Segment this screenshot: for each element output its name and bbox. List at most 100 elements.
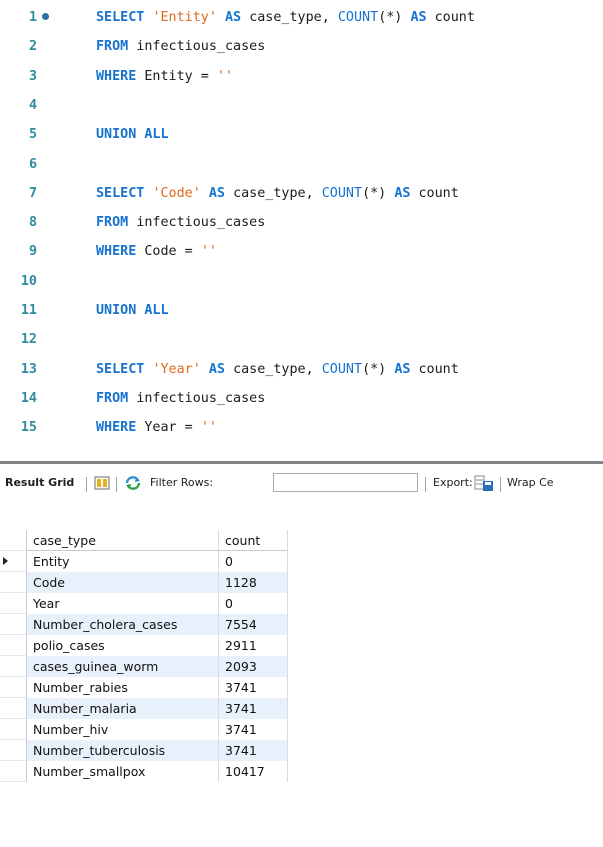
table-row[interactable]: cases_guinea_worm 2093 (0, 656, 288, 677)
cell-count[interactable]: 7554 (219, 614, 288, 635)
code-token: (*) (362, 361, 395, 377)
line-number: 2 (28, 39, 37, 55)
code-line[interactable]: 13 SELECT 'Year' AS case_type, COUNT(*) A… (0, 360, 603, 380)
cell-count[interactable]: 2093 (219, 656, 288, 677)
code-token: COUNT (321, 361, 363, 377)
cell-count[interactable]: 2911 (219, 635, 288, 656)
code-line[interactable]: 1 SELECT 'Entity' AS case_type, COUNT(*) … (0, 8, 603, 28)
code-token: UNION ALL (96, 127, 169, 143)
grid-header-row: case_type count (0, 530, 288, 551)
cell-case-type[interactable]: Number_rabies (27, 677, 219, 698)
code-text: SELECT 'Year' AS case_type, COUNT(*) AS … (96, 360, 459, 380)
cell-count[interactable]: 3741 (219, 740, 288, 761)
code-line[interactable]: 5 UNION ALL (0, 125, 603, 145)
code-text: FROM infectious_cases (96, 37, 265, 57)
table-row[interactable]: Number_smallpox 10417 (0, 761, 288, 782)
code-token: infectious_cases (136, 215, 266, 231)
code-line[interactable]: 8 FROM infectious_cases (0, 213, 603, 233)
code-token: Code = (144, 244, 201, 260)
column-header-count[interactable]: count (219, 530, 288, 551)
table-row[interactable]: polio_cases 2911 (0, 635, 288, 656)
line-number: 8 (28, 215, 37, 231)
line-number: 3 (28, 68, 37, 84)
row-header[interactable] (0, 677, 27, 698)
row-header[interactable] (0, 614, 27, 635)
code-token: COUNT (321, 185, 363, 201)
code-token: SELECT (96, 10, 153, 25)
cell-count[interactable]: 10417 (219, 761, 288, 782)
row-header[interactable] (0, 698, 27, 719)
cell-case-type[interactable]: Number_smallpox (27, 761, 219, 782)
code-token: count (418, 185, 459, 201)
row-header[interactable] (0, 593, 27, 614)
filter-rows-input[interactable] (273, 473, 418, 492)
code-line[interactable]: 3 WHERE Entity = '' (0, 67, 603, 87)
code-line[interactable]: 12 (0, 330, 603, 350)
row-header[interactable] (0, 761, 27, 782)
sql-editor[interactable]: 1 SELECT 'Entity' AS case_type, COUNT(*) … (0, 0, 603, 452)
cell-case-type[interactable]: Code (27, 572, 219, 593)
table-row[interactable]: Number_cholera_cases 7554 (0, 614, 288, 635)
cell-case-type[interactable]: polio_cases (27, 635, 219, 656)
code-token: FROM (96, 390, 137, 406)
refresh-icon[interactable] (124, 475, 142, 491)
code-line[interactable]: 15 WHERE Year = '' (0, 418, 603, 438)
row-header[interactable] (0, 635, 27, 656)
table-row[interactable]: Number_rabies 3741 (0, 677, 288, 698)
result-grid-tab[interactable]: Result Grid (5, 464, 74, 502)
code-line[interactable]: 11 UNION ALL (0, 301, 603, 321)
cell-count[interactable]: 3741 (219, 677, 288, 698)
row-header[interactable] (0, 572, 27, 593)
cell-case-type[interactable]: Number_malaria (27, 698, 219, 719)
cell-case-type[interactable]: Number_hiv (27, 719, 219, 740)
cell-count[interactable]: 0 (219, 593, 288, 614)
table-row[interactable]: Entity 0 (0, 551, 288, 572)
code-token: infectious_cases (136, 39, 266, 55)
code-token: '' (216, 68, 234, 84)
code-token: '' (200, 420, 217, 436)
form-view-icon[interactable] (94, 476, 110, 490)
cell-count[interactable]: 1128 (219, 572, 288, 593)
table-row[interactable]: Code 1128 (0, 572, 288, 593)
table-row[interactable]: Number_tuberculosis 3741 (0, 740, 288, 761)
code-token: 'Year' (152, 361, 201, 377)
line-number: 9 (28, 244, 37, 260)
code-text: FROM infectious_cases (96, 213, 265, 233)
code-line[interactable]: 9 WHERE Code = '' (0, 242, 603, 262)
cell-case-type[interactable]: Entity (27, 551, 219, 572)
row-header[interactable] (0, 551, 27, 572)
row-header[interactable] (0, 740, 27, 761)
cell-count[interactable]: 3741 (219, 698, 288, 719)
code-token: WHERE (96, 420, 145, 436)
row-header[interactable] (0, 656, 27, 677)
table-row[interactable]: Number_malaria 3741 (0, 698, 288, 719)
table-row[interactable]: Number_hiv 3741 (0, 719, 288, 740)
code-line[interactable]: 4 (0, 96, 603, 116)
code-token: FROM (96, 215, 137, 231)
separator (425, 477, 426, 492)
code-line[interactable]: 6 (0, 155, 603, 175)
code-line[interactable]: 2 FROM infectious_cases (0, 37, 603, 57)
code-line[interactable]: 7 SELECT 'Code' AS case_type, COUNT(*) AS… (0, 184, 603, 204)
separator (86, 477, 87, 492)
cell-case-type[interactable]: Number_tuberculosis (27, 740, 219, 761)
cell-count[interactable]: 3741 (219, 719, 288, 740)
column-header-case-type[interactable]: case_type (27, 530, 219, 551)
cell-case-type[interactable]: Number_cholera_cases (27, 614, 219, 635)
code-token: COUNT (337, 10, 379, 25)
cell-case-type[interactable]: cases_guinea_worm (27, 656, 219, 677)
row-header[interactable] (0, 719, 27, 740)
cell-case-type[interactable]: Year (27, 593, 219, 614)
table-row[interactable]: Year 0 (0, 593, 288, 614)
export-icon[interactable] (474, 475, 494, 492)
code-line[interactable]: 10 (0, 272, 603, 292)
statement-marker-icon (42, 13, 49, 20)
line-number: 5 (28, 127, 37, 143)
code-token: infectious_cases (136, 390, 266, 406)
code-token: count (418, 361, 459, 377)
code-token: SELECT (96, 185, 153, 201)
code-line[interactable]: 14 FROM infectious_cases (0, 389, 603, 409)
wrap-cell-label[interactable]: Wrap Ce (507, 464, 554, 502)
cell-count[interactable]: 0 (219, 551, 288, 572)
code-token: AS (394, 361, 419, 377)
